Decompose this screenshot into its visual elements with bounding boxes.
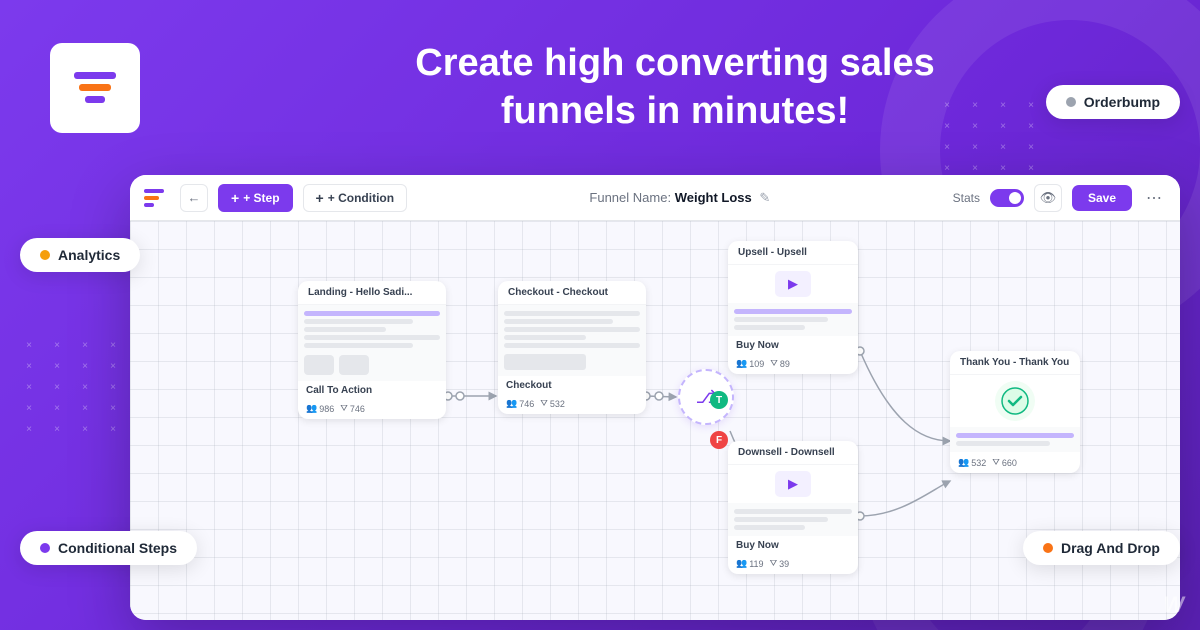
upsell-views: 👥 109	[736, 358, 764, 369]
landing-footer-title: Call To Action	[298, 381, 446, 398]
downsell-views: 👥 119	[736, 558, 764, 569]
checkout-conversions: ⛛ 532	[540, 398, 565, 409]
checkout-footer-title: Checkout	[498, 376, 646, 393]
analytics-label: Analytics	[20, 238, 140, 272]
tb-bar-3	[144, 203, 154, 207]
drag-and-drop-label: Drag And Drop	[1023, 531, 1180, 565]
logo-bar-1	[74, 72, 116, 79]
orderbump-label: Orderbump	[1046, 85, 1180, 119]
thankyou-views: 👥 532	[958, 457, 986, 468]
tb-bar-2	[144, 196, 159, 200]
toolbar-right: Stats 👁 Save ⋯	[953, 184, 1166, 212]
stats-toggle[interactable]	[990, 189, 1024, 207]
analytics-dot	[40, 250, 50, 260]
logo-box	[50, 43, 140, 133]
preview-button[interactable]: 👁	[1034, 184, 1062, 212]
upsell-stats: 👥 109 ⛛ 89	[728, 353, 858, 374]
downsell-node-title: Downsell - Downsell	[728, 441, 858, 465]
upsell-conversions: ⛛ 89	[770, 358, 790, 369]
orderbump-dot	[1066, 97, 1076, 107]
save-button[interactable]: Save	[1072, 185, 1132, 211]
add-condition-button[interactable]: + + Condition	[303, 184, 408, 212]
watermark: W	[1163, 592, 1184, 618]
landing-node-title: Landing - Hello Sadi...	[298, 281, 446, 305]
add-step-button[interactable]: + + Step	[218, 184, 293, 212]
back-button[interactable]: ←	[180, 184, 208, 212]
thankyou-stats: 👥 532 ⛛ 660	[950, 452, 1080, 473]
upsell-footer-title: Buy Now	[728, 336, 858, 353]
edit-funnel-name-icon[interactable]: ✎	[759, 190, 770, 205]
green-condition-marker: T	[710, 391, 728, 409]
conditional-dot	[40, 543, 50, 553]
landing-node-preview	[298, 305, 446, 381]
downsell-conversions: ⛛ 39	[770, 558, 790, 569]
downsell-video-icon: ▶	[775, 471, 811, 497]
dragdrop-dot	[1043, 543, 1053, 553]
header-section: Create high converting sales funnels in …	[0, 0, 1200, 175]
upsell-video-icon: ▶	[775, 271, 811, 297]
conditional-steps-label: Conditional Steps	[20, 531, 197, 565]
downsell-node-preview	[728, 503, 858, 536]
downsell-stats: 👥 119 ⛛ 39	[728, 553, 858, 574]
thankyou-node[interactable]: Thank You - Thank You 👥 532 ⛛ 660	[950, 351, 1080, 473]
logo-bar-2	[79, 84, 111, 91]
toolbar-logo	[144, 189, 164, 207]
upsell-node-title: Upsell - Upsell	[728, 241, 858, 265]
downsell-node[interactable]: Downsell - Downsell ▶ Buy Now 👥 119 ⛛ 39	[728, 441, 858, 574]
thankyou-conversions: ⛛ 660	[992, 457, 1017, 468]
downsell-footer-title: Buy Now	[728, 536, 858, 553]
canvas-content: Landing - Hello Sadi... Call To Action 👥…	[130, 221, 1180, 620]
more-options-button[interactable]: ⋯	[1142, 186, 1166, 210]
tb-bar-1	[144, 189, 164, 193]
thankyou-node-preview	[950, 427, 1080, 452]
landing-stats: 👥 986 ⛛ 746	[298, 398, 446, 419]
checkout-views: 👥 746	[506, 398, 534, 409]
upsell-node[interactable]: Upsell - Upsell ▶ Buy Now 👥 109 ⛛ 89	[728, 241, 858, 374]
checkout-node-preview	[498, 305, 646, 376]
logo-bar-3	[85, 96, 105, 103]
red-condition-marker: F	[710, 431, 728, 449]
canvas-wrapper: ← + + Step + + Condition Funnel Name: We…	[130, 175, 1180, 620]
upsell-node-preview	[728, 303, 858, 336]
checkout-node-title: Checkout - Checkout	[498, 281, 646, 305]
toolbar: ← + + Step + + Condition Funnel Name: We…	[130, 175, 1180, 221]
funnel-name: Funnel Name: Weight Loss ✎	[417, 190, 943, 206]
stats-label: Stats	[953, 191, 980, 205]
landing-views: 👥 986	[306, 403, 334, 414]
checkout-node[interactable]: Checkout - Checkout Checkout 👥 746 ⛛ 532	[498, 281, 646, 414]
landing-node[interactable]: Landing - Hello Sadi... Call To Action 👥…	[298, 281, 446, 419]
thankyou-node-title: Thank You - Thank You	[950, 351, 1080, 375]
landing-conversions: ⛛ 746	[340, 403, 365, 414]
decoration-dots-left: ×××× ×××× ×××× ×××× ××××	[20, 340, 122, 435]
logo-icon	[74, 72, 116, 103]
headline: Create high converting sales funnels in …	[200, 40, 1150, 135]
checkout-stats: 👥 746 ⛛ 532	[498, 393, 646, 414]
thankyou-check-icon	[995, 381, 1035, 421]
